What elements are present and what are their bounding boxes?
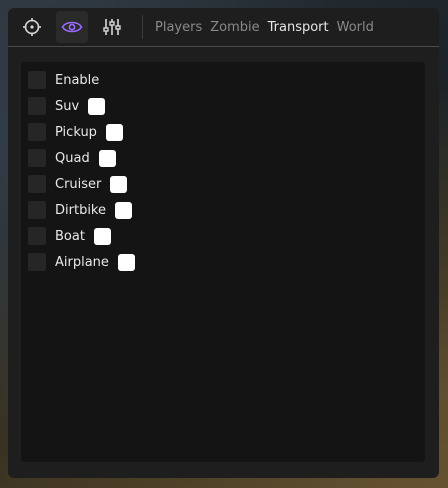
eye-icon (61, 21, 83, 33)
dirtbike-label: Dirtbike (55, 202, 106, 218)
tab-transport[interactable]: Transport (268, 20, 329, 35)
tab-world[interactable]: World (337, 20, 374, 35)
sliders-icon (103, 19, 121, 35)
tab-players[interactable]: Players (155, 20, 202, 35)
dirtbike-color-picker[interactable] (115, 201, 132, 219)
cruiser-label: Cruiser (55, 176, 102, 192)
option-row-cruiser: Cruiser (21, 174, 128, 194)
visuals-tab-button[interactable] (56, 11, 88, 43)
pickup-checkbox[interactable] (28, 123, 46, 141)
cruiser-checkbox[interactable] (28, 175, 46, 193)
airplane-label: Airplane (55, 254, 109, 270)
option-row-airplane: Airplane (21, 252, 135, 272)
aimbot-tab-button[interactable] (16, 11, 48, 43)
option-row-quad: Quad (21, 148, 116, 168)
header-divider (8, 46, 439, 47)
pickup-label: Pickup (55, 124, 97, 140)
toolbar-divider (142, 15, 143, 39)
crosshair-icon (23, 18, 41, 36)
options-panel: Enable Suv Pickup Quad Cruiser Dirtbike (21, 62, 425, 462)
enable-label: Enable (55, 72, 100, 88)
airplane-checkbox[interactable] (28, 253, 46, 271)
quad-label: Quad (55, 150, 90, 166)
suv-color-picker[interactable] (88, 97, 106, 115)
quad-checkbox[interactable] (28, 149, 46, 167)
pickup-color-picker[interactable] (105, 123, 123, 141)
option-row-enable: Enable (21, 70, 99, 90)
suv-checkbox[interactable] (28, 97, 46, 115)
boat-color-picker[interactable] (93, 227, 111, 245)
settings-tab-button[interactable] (96, 11, 128, 43)
top-bar: Players Zombie Transport World (8, 8, 439, 46)
option-row-boat: Boat (21, 226, 111, 246)
suv-label: Suv (55, 98, 80, 114)
menu-window: Players Zombie Transport World Enable Su… (8, 8, 439, 478)
cruiser-color-picker[interactable] (110, 175, 128, 193)
option-row-suv: Suv (21, 96, 106, 116)
quad-color-picker[interactable] (98, 149, 116, 167)
option-row-dirtbike: Dirtbike (21, 200, 132, 220)
tab-zombie[interactable]: Zombie (210, 20, 259, 35)
option-row-pickup: Pickup (21, 122, 123, 142)
dirtbike-checkbox[interactable] (28, 201, 46, 219)
boat-label: Boat (55, 228, 85, 244)
boat-checkbox[interactable] (28, 227, 46, 245)
enable-checkbox[interactable] (28, 71, 46, 89)
airplane-color-picker[interactable] (117, 253, 135, 271)
